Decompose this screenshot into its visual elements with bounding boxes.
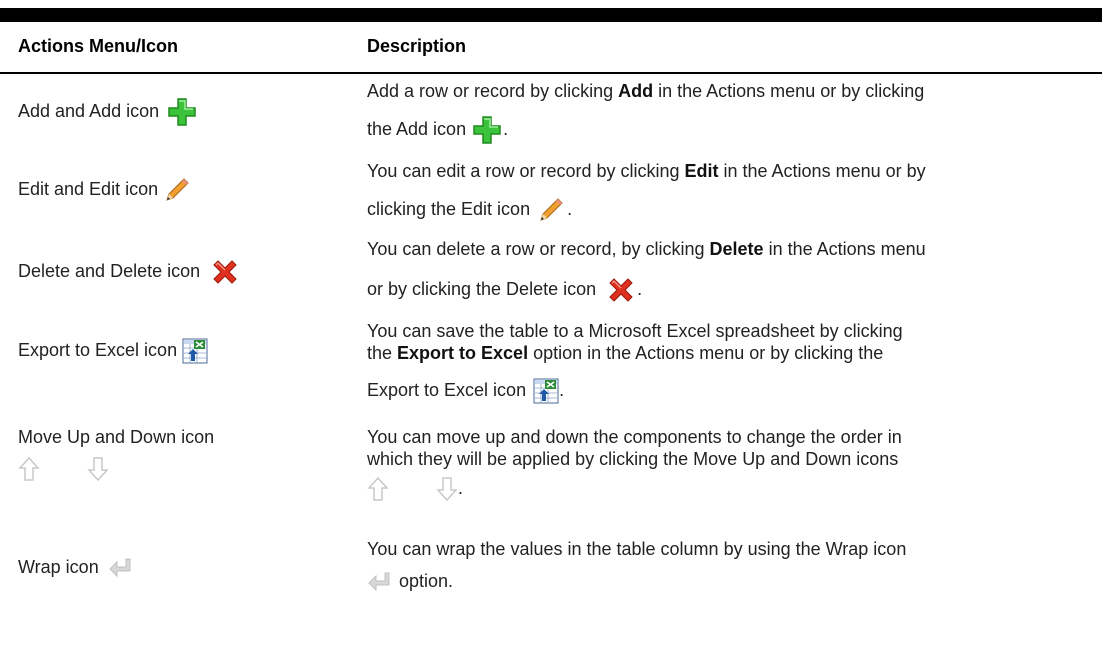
delete-icon: [607, 276, 635, 304]
action-cell: Add and Add icon: [18, 98, 196, 126]
move-down-icon: [436, 476, 458, 502]
desc-text: You can delete a row or record, by click…: [367, 239, 710, 259]
desc-text: the: [367, 343, 398, 363]
table-top-rule: [0, 8, 1102, 22]
description-cell: You can move up and down the components …: [367, 426, 1102, 502]
description-cell: You can edit a row or record by clicking…: [367, 160, 1102, 224]
header-description: Description: [367, 36, 467, 56]
desc-bold: Delete: [709, 239, 764, 259]
delete-icon: [211, 258, 239, 286]
add-icon: [168, 98, 196, 126]
action-label: Add and Add icon: [18, 100, 160, 121]
desc-text: You can edit a row or record by clicking: [367, 161, 685, 181]
desc-text: in the Actions menu: [763, 239, 926, 259]
export-excel-icon: [182, 338, 208, 364]
action-cell: Wrap icon: [18, 556, 132, 579]
edit-pencil-icon: [537, 196, 565, 224]
action-label: Wrap icon: [18, 557, 99, 577]
table-row-delete: Delete and Delete icon You can delete a …: [0, 236, 1102, 316]
action-cell: Move Up and Down icon: [18, 426, 214, 482]
desc-text: the Add icon: [367, 118, 467, 139]
move-up-down-icons: [18, 456, 214, 482]
action-cell: Export to Excel icon: [18, 338, 208, 364]
move-up-icon: [18, 456, 40, 482]
add-icon: [473, 116, 501, 144]
action-label: Edit and Edit icon: [18, 178, 159, 199]
action-cell: Edit and Edit icon: [18, 176, 191, 204]
description-cell: Add a row or record by clicking Add in t…: [367, 80, 1102, 144]
table-row-wrap: Wrap icon You can wrap the values in the…: [0, 530, 1102, 620]
desc-text: .: [458, 477, 464, 498]
actions-table: Actions Menu/Icon Description Add and Ad…: [0, 8, 1102, 620]
table-header-row: Actions Menu/Icon Description: [0, 22, 1102, 74]
desc-text: clicking the Edit icon: [367, 198, 531, 219]
desc-text: in the Actions menu or by clicking: [653, 81, 925, 101]
description-cell: You can wrap the values in the table col…: [367, 538, 1102, 593]
desc-text: or by clicking the Delete icon: [367, 278, 597, 299]
desc-text: option.: [399, 571, 454, 591]
desc-text: which they will be applied by clicking t…: [367, 449, 899, 469]
description-cell: You can delete a row or record, by click…: [367, 238, 1102, 304]
desc-text: in the Actions menu or by: [718, 161, 926, 181]
wrap-icon: [108, 557, 132, 579]
header-actions: Actions Menu/Icon: [18, 36, 179, 56]
desc-text: Add a row or record by clicking: [367, 81, 619, 101]
desc-bold: Edit: [684, 161, 719, 181]
desc-bold: Add: [618, 81, 654, 101]
table-row-move: Move Up and Down icon You can move up an…: [0, 422, 1102, 530]
desc-text: option in the Actions menu or by clickin…: [528, 343, 884, 363]
table-row-export: Export to Excel icon You can save the ta…: [0, 316, 1102, 422]
desc-text: Export to Excel icon: [367, 379, 527, 400]
desc-text: .: [637, 278, 643, 299]
export-excel-icon: [533, 378, 559, 404]
action-label: Export to Excel icon: [18, 339, 178, 360]
desc-text: You can wrap the values in the table col…: [367, 539, 907, 559]
table-row-add: Add and Add icon Add a row or record by …: [0, 74, 1102, 156]
action-label: Move Up and Down icon: [18, 427, 215, 447]
move-down-icon: [87, 456, 109, 482]
desc-text: You can move up and down the components …: [367, 427, 902, 447]
desc-text: .: [559, 379, 565, 400]
desc-text: You can save the table to a Microsoft Ex…: [367, 321, 903, 341]
table-row-edit: Edit and Edit icon You can edit a row or…: [0, 156, 1102, 236]
move-up-icon: [367, 476, 389, 502]
edit-pencil-icon: [163, 176, 191, 204]
action-cell: Delete and Delete icon: [18, 258, 239, 286]
description-cell: You can save the table to a Microsoft Ex…: [367, 320, 1102, 404]
wrap-icon: [367, 571, 391, 593]
desc-text: .: [567, 198, 573, 219]
desc-text: .: [503, 118, 509, 139]
desc-bold: Export to Excel: [397, 343, 529, 363]
action-label: Delete and Delete icon: [18, 260, 201, 281]
